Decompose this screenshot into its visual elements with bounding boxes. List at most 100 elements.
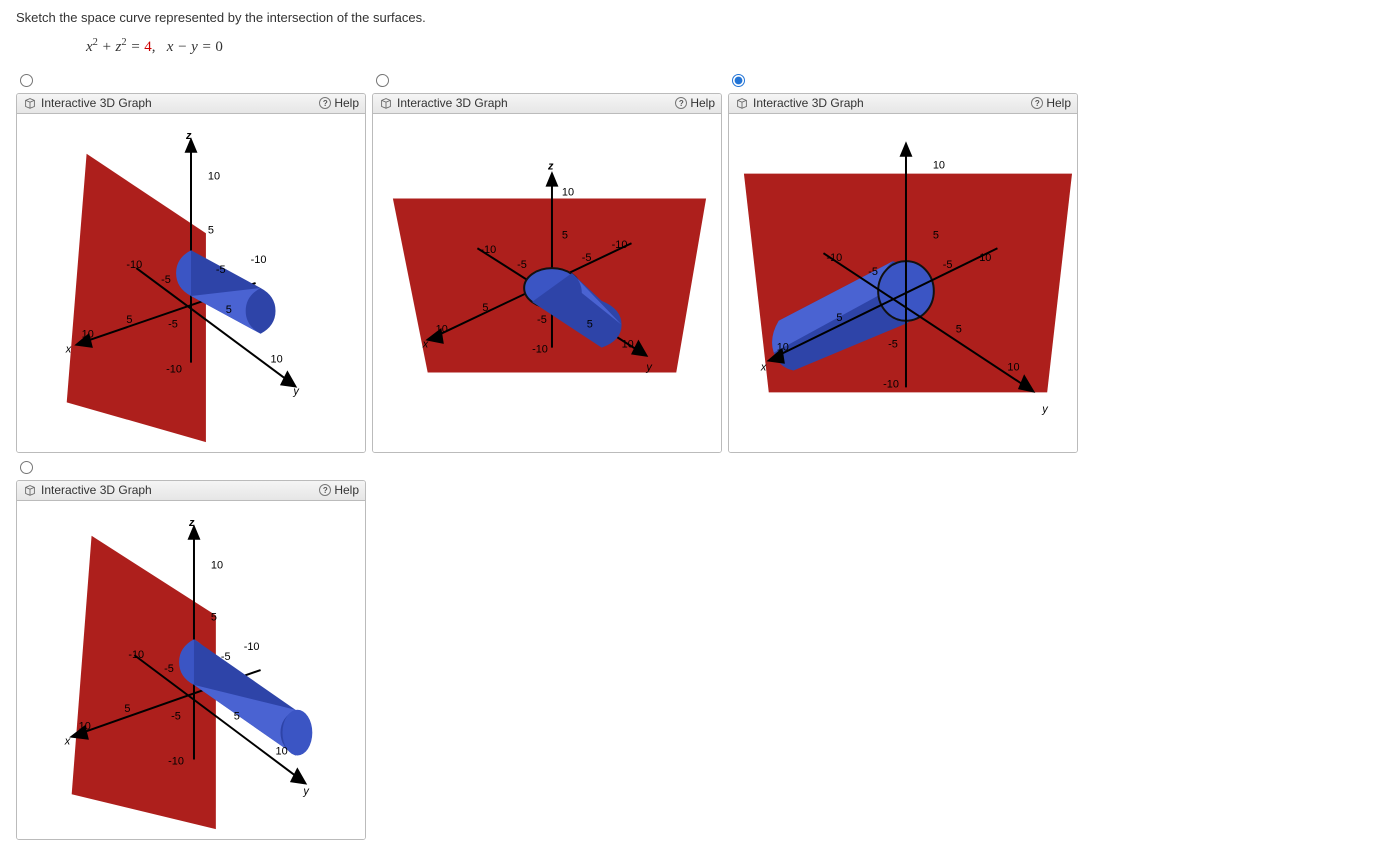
svg-text:-5: -5 — [216, 264, 226, 276]
svg-text:-10: -10 — [168, 755, 184, 767]
svg-text:-10: -10 — [976, 252, 992, 264]
svg-text:-5: -5 — [888, 339, 898, 351]
graph-canvas-4[interactable]: z 10 5 -5 -10 x y 10 5 5 10 -10 -5 -5 — [17, 501, 365, 839]
svg-text:-5: -5 — [161, 274, 171, 286]
svg-text:5: 5 — [226, 304, 232, 316]
svg-text:-10: -10 — [883, 378, 899, 390]
svg-text:5: 5 — [124, 703, 130, 715]
svg-text:-5: -5 — [164, 663, 174, 675]
svg-text:5: 5 — [933, 229, 939, 241]
svg-text:-10: -10 — [612, 239, 628, 251]
svg-text:-5: -5 — [943, 259, 953, 271]
svg-text:5: 5 — [587, 319, 593, 331]
panel-title: Interactive 3D Graph — [753, 96, 864, 110]
option-1: Interactive 3D Graph ? Help — [16, 72, 366, 453]
radio-option-1[interactable] — [20, 74, 33, 87]
panel-header: Interactive 3D Graph ? Help — [17, 481, 365, 501]
svg-text:10: 10 — [622, 339, 634, 351]
svg-text:5: 5 — [836, 312, 842, 324]
help-icon: ? — [319, 484, 331, 496]
svg-text:5: 5 — [208, 224, 214, 236]
svg-text:5: 5 — [126, 314, 132, 326]
svg-text:10: 10 — [82, 329, 94, 341]
help-icon: ? — [675, 97, 687, 109]
panel-title: Interactive 3D Graph — [41, 96, 152, 110]
help-link[interactable]: ? Help — [1031, 96, 1071, 110]
graph-panel-3[interactable]: Interactive 3D Graph ? Help — [728, 93, 1078, 453]
svg-text:-5: -5 — [537, 314, 547, 326]
svg-text:5: 5 — [234, 711, 240, 723]
eq-red-value: 4 — [144, 39, 152, 55]
option-3: Interactive 3D Graph ? Help — [728, 72, 1078, 453]
panel-title: Interactive 3D Graph — [41, 483, 152, 497]
svg-text:x: x — [422, 339, 429, 351]
graph-panel-2[interactable]: Interactive 3D Graph ? Help — [372, 93, 722, 453]
svg-text:10: 10 — [1007, 361, 1019, 373]
svg-text:5: 5 — [956, 324, 962, 336]
radio-wrapper-1 — [20, 74, 366, 90]
svg-text:x: x — [64, 736, 71, 748]
svg-text:-10: -10 — [244, 641, 260, 653]
panel-header: Interactive 3D Graph ? Help — [17, 94, 365, 114]
svg-text:-10: -10 — [480, 244, 496, 256]
eq-part2: , — [152, 39, 167, 55]
svg-text:5: 5 — [211, 611, 217, 623]
graph-canvas-2[interactable]: z 10 5 -5 -10 x y 10 5 5 10 -10 -5 -5 — [373, 114, 721, 452]
help-link[interactable]: ? Help — [675, 96, 715, 110]
svg-text:y: y — [302, 785, 310, 797]
svg-text:10: 10 — [208, 171, 220, 183]
svg-text:5: 5 — [562, 229, 568, 241]
graph-panel-1[interactable]: Interactive 3D Graph ? Help — [16, 93, 366, 453]
question-text: Sketch the space curve represented by th… — [16, 10, 1359, 25]
radio-option-2[interactable] — [376, 74, 389, 87]
help-label: Help — [334, 96, 359, 110]
help-label: Help — [690, 96, 715, 110]
panel-header: Interactive 3D Graph ? Help — [729, 94, 1077, 114]
graph-canvas-3[interactable]: 10 5 -5 -10 x y 10 5 5 10 -10 -5 -5 -10 — [729, 114, 1077, 452]
svg-text:z: z — [185, 130, 192, 142]
svg-text:-10: -10 — [532, 344, 548, 356]
help-link[interactable]: ? Help — [319, 483, 359, 497]
radio-wrapper-3 — [732, 74, 1078, 90]
help-icon: ? — [1031, 97, 1043, 109]
cube-icon — [735, 96, 749, 110]
help-label: Help — [334, 483, 359, 497]
svg-text:-10: -10 — [826, 252, 842, 264]
svg-text:10: 10 — [933, 160, 945, 172]
svg-text:-5: -5 — [868, 266, 878, 278]
svg-text:10: 10 — [777, 342, 789, 354]
svg-text:10: 10 — [436, 324, 448, 336]
option-4: Interactive 3D Graph ? Help — [16, 459, 366, 840]
svg-text:-5: -5 — [221, 651, 231, 663]
svg-text:10: 10 — [211, 560, 223, 572]
svg-text:y: y — [1041, 403, 1049, 415]
svg-text:-5: -5 — [517, 259, 527, 271]
svg-text:10: 10 — [79, 721, 91, 733]
option-2: Interactive 3D Graph ? Help — [372, 72, 722, 453]
svg-text:z: z — [547, 161, 554, 173]
help-icon: ? — [319, 97, 331, 109]
svg-text:y: y — [292, 385, 300, 397]
help-link[interactable]: ? Help — [319, 96, 359, 110]
eq-part1: x2 + z2 = — [86, 39, 144, 55]
svg-text:-10: -10 — [166, 363, 182, 375]
help-label: Help — [1046, 96, 1071, 110]
svg-text:5: 5 — [482, 302, 488, 314]
cube-icon — [23, 483, 37, 497]
graph-canvas-1[interactable]: z 10 5 -5 -10 x y 10 5 5 10 -10 -5 -5 — [17, 114, 365, 452]
svg-text:-5: -5 — [582, 252, 592, 264]
options-container: Interactive 3D Graph ? Help — [16, 72, 1359, 840]
svg-text:-10: -10 — [251, 254, 267, 266]
cube-icon — [23, 96, 37, 110]
svg-text:10: 10 — [271, 354, 283, 366]
svg-text:x: x — [760, 361, 767, 373]
svg-text:x: x — [65, 344, 72, 356]
radio-option-3[interactable] — [732, 74, 745, 87]
svg-text:z: z — [188, 517, 195, 529]
svg-text:-10: -10 — [126, 259, 142, 271]
graph-panel-4[interactable]: Interactive 3D Graph ? Help — [16, 480, 366, 840]
panel-header: Interactive 3D Graph ? Help — [373, 94, 721, 114]
svg-text:10: 10 — [562, 186, 574, 198]
equation: x2 + z2 = 4, x − y = 0 — [86, 37, 1359, 56]
radio-option-4[interactable] — [20, 461, 33, 474]
